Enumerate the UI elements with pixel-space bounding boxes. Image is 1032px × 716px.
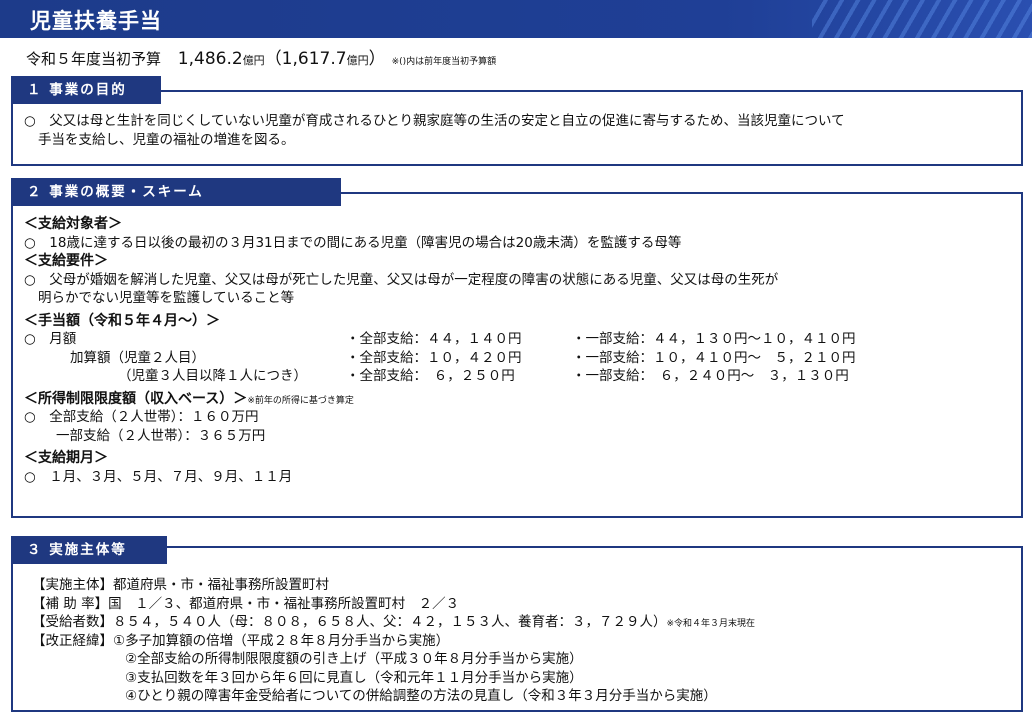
- amount-row-partial: ・一部支給： ６，２４０円～ ３，１３０円: [572, 368, 849, 384]
- income-line-2: 一部支給（２人世帯）：３６５万円: [56, 427, 266, 444]
- income-heading: ＜所得制限限度額（収入ベース）＞※前年の所得に基づき算定: [24, 390, 778, 409]
- amount-row-second-child: 加算額（児童２人目） ・全部支給：１０，４２０円 ・一部支給：１０，４１０円～ …: [24, 349, 856, 368]
- amount-row-label: （児童３人目以降１人につき）: [118, 368, 307, 384]
- history-row-4: ④ひとり親の障害年金受給者についての併給調整の方法の見直し（令和３年３月分手当か…: [125, 688, 717, 704]
- income-heading-text: ＜所得制限限度額（収入ベース）＞: [24, 390, 248, 407]
- recipients-line: 【受給者数】８５４，５４０人（母：８０８，６５８人、父：４２，１５３人、養育者：…: [32, 613, 755, 632]
- budget-prev-amount: （1,617.7: [264, 49, 347, 69]
- section-purpose-tag: １ 事業の目的: [11, 76, 161, 104]
- amount-row-label: ○ 月額: [24, 331, 77, 347]
- subsidy-rate: 【補 助 率】国 １／３、都道府県・市・福祉事務所設置町村 ２／３: [32, 595, 460, 612]
- purpose-line-2: 手当を支給し、児童の福祉の増進を図る。: [38, 131, 295, 148]
- amount-row-label: 加算額（児童２人目）: [70, 349, 205, 366]
- page-title: 児童扶養手当: [30, 9, 162, 33]
- amount-row-full: ・全部支給： ６，２５０円: [346, 368, 515, 384]
- purpose-line-1: ○ 父又は母と生計を同じくしていない児童が育成されるひとり親家庭等の生活の安定と…: [24, 113, 845, 129]
- target-heading: ＜支給対象者＞: [24, 216, 122, 232]
- history-row-2: ②全部支給の所得制限限度額の引き上げ（平成３０年８月分手当から実施）: [125, 651, 583, 667]
- header-bar: 児童扶養手当: [0, 0, 1032, 38]
- amount-row-full: ・全部支給：４４，１４０円: [346, 331, 522, 347]
- budget-prev-unit: 億円: [346, 54, 369, 67]
- amount-row-monthly: ○ 月額 ・全部支給：４４，１４０円 ・一部支給：４４，１３０円～１０，４１０円: [24, 330, 856, 349]
- budget-line: 令和５年度当初予算 1,486.2億円（1,617.7億円） ※()内は前年度当初…: [26, 44, 496, 69]
- history-label: 【改正経緯】: [32, 632, 113, 649]
- target-text: ○ 18歳に達する日以後の最初の３月31日までの間にある児童（障害児の場合は20…: [24, 234, 682, 251]
- requirements-heading: ＜支給要件＞: [24, 253, 108, 269]
- budget-prev-close: ）: [368, 49, 386, 69]
- amount-heading: ＜手当額（令和５年４月～）＞: [24, 312, 220, 329]
- section-implementation-content: 【実施主体】都道府県・市・福祉事務所設置町村 【補 助 率】国 １／３、都道府県…: [32, 576, 755, 706]
- recipients-count: 【受給者数】８５４，５４０人（母：８０８，６５８人、父：４２，１５３人、養育者：…: [32, 614, 667, 630]
- budget-note: ※()内は前年度当初予算額: [391, 57, 497, 67]
- period-heading: ＜支給期月＞: [24, 450, 108, 466]
- section-purpose-content: ○ 父又は母と生計を同じくしていない児童が育成されるひとり親家庭等の生活の安定と…: [24, 112, 845, 149]
- requirements-line-2: 明らかでない児童等を監護していること等: [38, 290, 295, 306]
- history-row-3: ③支払回数を年３回から年６回に見直し（令和元年１１月分手当から実施）: [125, 669, 583, 686]
- recipients-note: ※令和４年３月末現在: [666, 619, 756, 629]
- amount-row-partial: ・一部支給：４４，１３０円～１０，４１０円: [572, 331, 856, 347]
- amount-row-full: ・全部支給：１０，４２０円: [346, 349, 522, 366]
- requirements-line-1: ○ 父母が婚姻を解消した児童、父又は母が死亡した児童、父又は母が一定程度の障害の…: [24, 271, 779, 288]
- impl-entity: 【実施主体】都道府県・市・福祉事務所設置町村: [32, 577, 329, 593]
- history-item: ①多子加算額の倍増（平成２８年８月分手当から実施）: [113, 632, 450, 649]
- amount-row-partial: ・一部支給：１０，４１０円～ ５，２１０円: [572, 349, 856, 366]
- period-text: ○ １月、３月、５月、７月、９月、１１月: [24, 468, 293, 485]
- section-overview-tag: ２ 事業の概要・スキーム: [11, 178, 341, 206]
- history-row-1: 【改正経緯】①多子加算額の倍増（平成２８年８月分手当から実施）: [32, 632, 755, 651]
- section-overview-content: ＜支給対象者＞ ○ 18歳に達する日以後の最初の３月31日までの間にある児童（障…: [24, 215, 856, 486]
- budget-amount: 1,486.2: [177, 49, 243, 69]
- header-stripe-decoration: [812, 0, 1032, 38]
- income-note: ※前年の所得に基づき算定: [247, 395, 354, 406]
- section-implementation-tag: ３ 実施主体等: [11, 536, 167, 564]
- budget-label: 令和５年度当初予算: [26, 50, 162, 68]
- amount-row-third-child: （児童３人目以降１人につき） ・全部支給： ６，２５０円 ・一部支給： ６，２４…: [24, 367, 849, 386]
- income-line-1: ○ 全部支給（２人世帯）：１６０万円: [24, 409, 259, 425]
- budget-unit: 億円: [242, 54, 265, 67]
